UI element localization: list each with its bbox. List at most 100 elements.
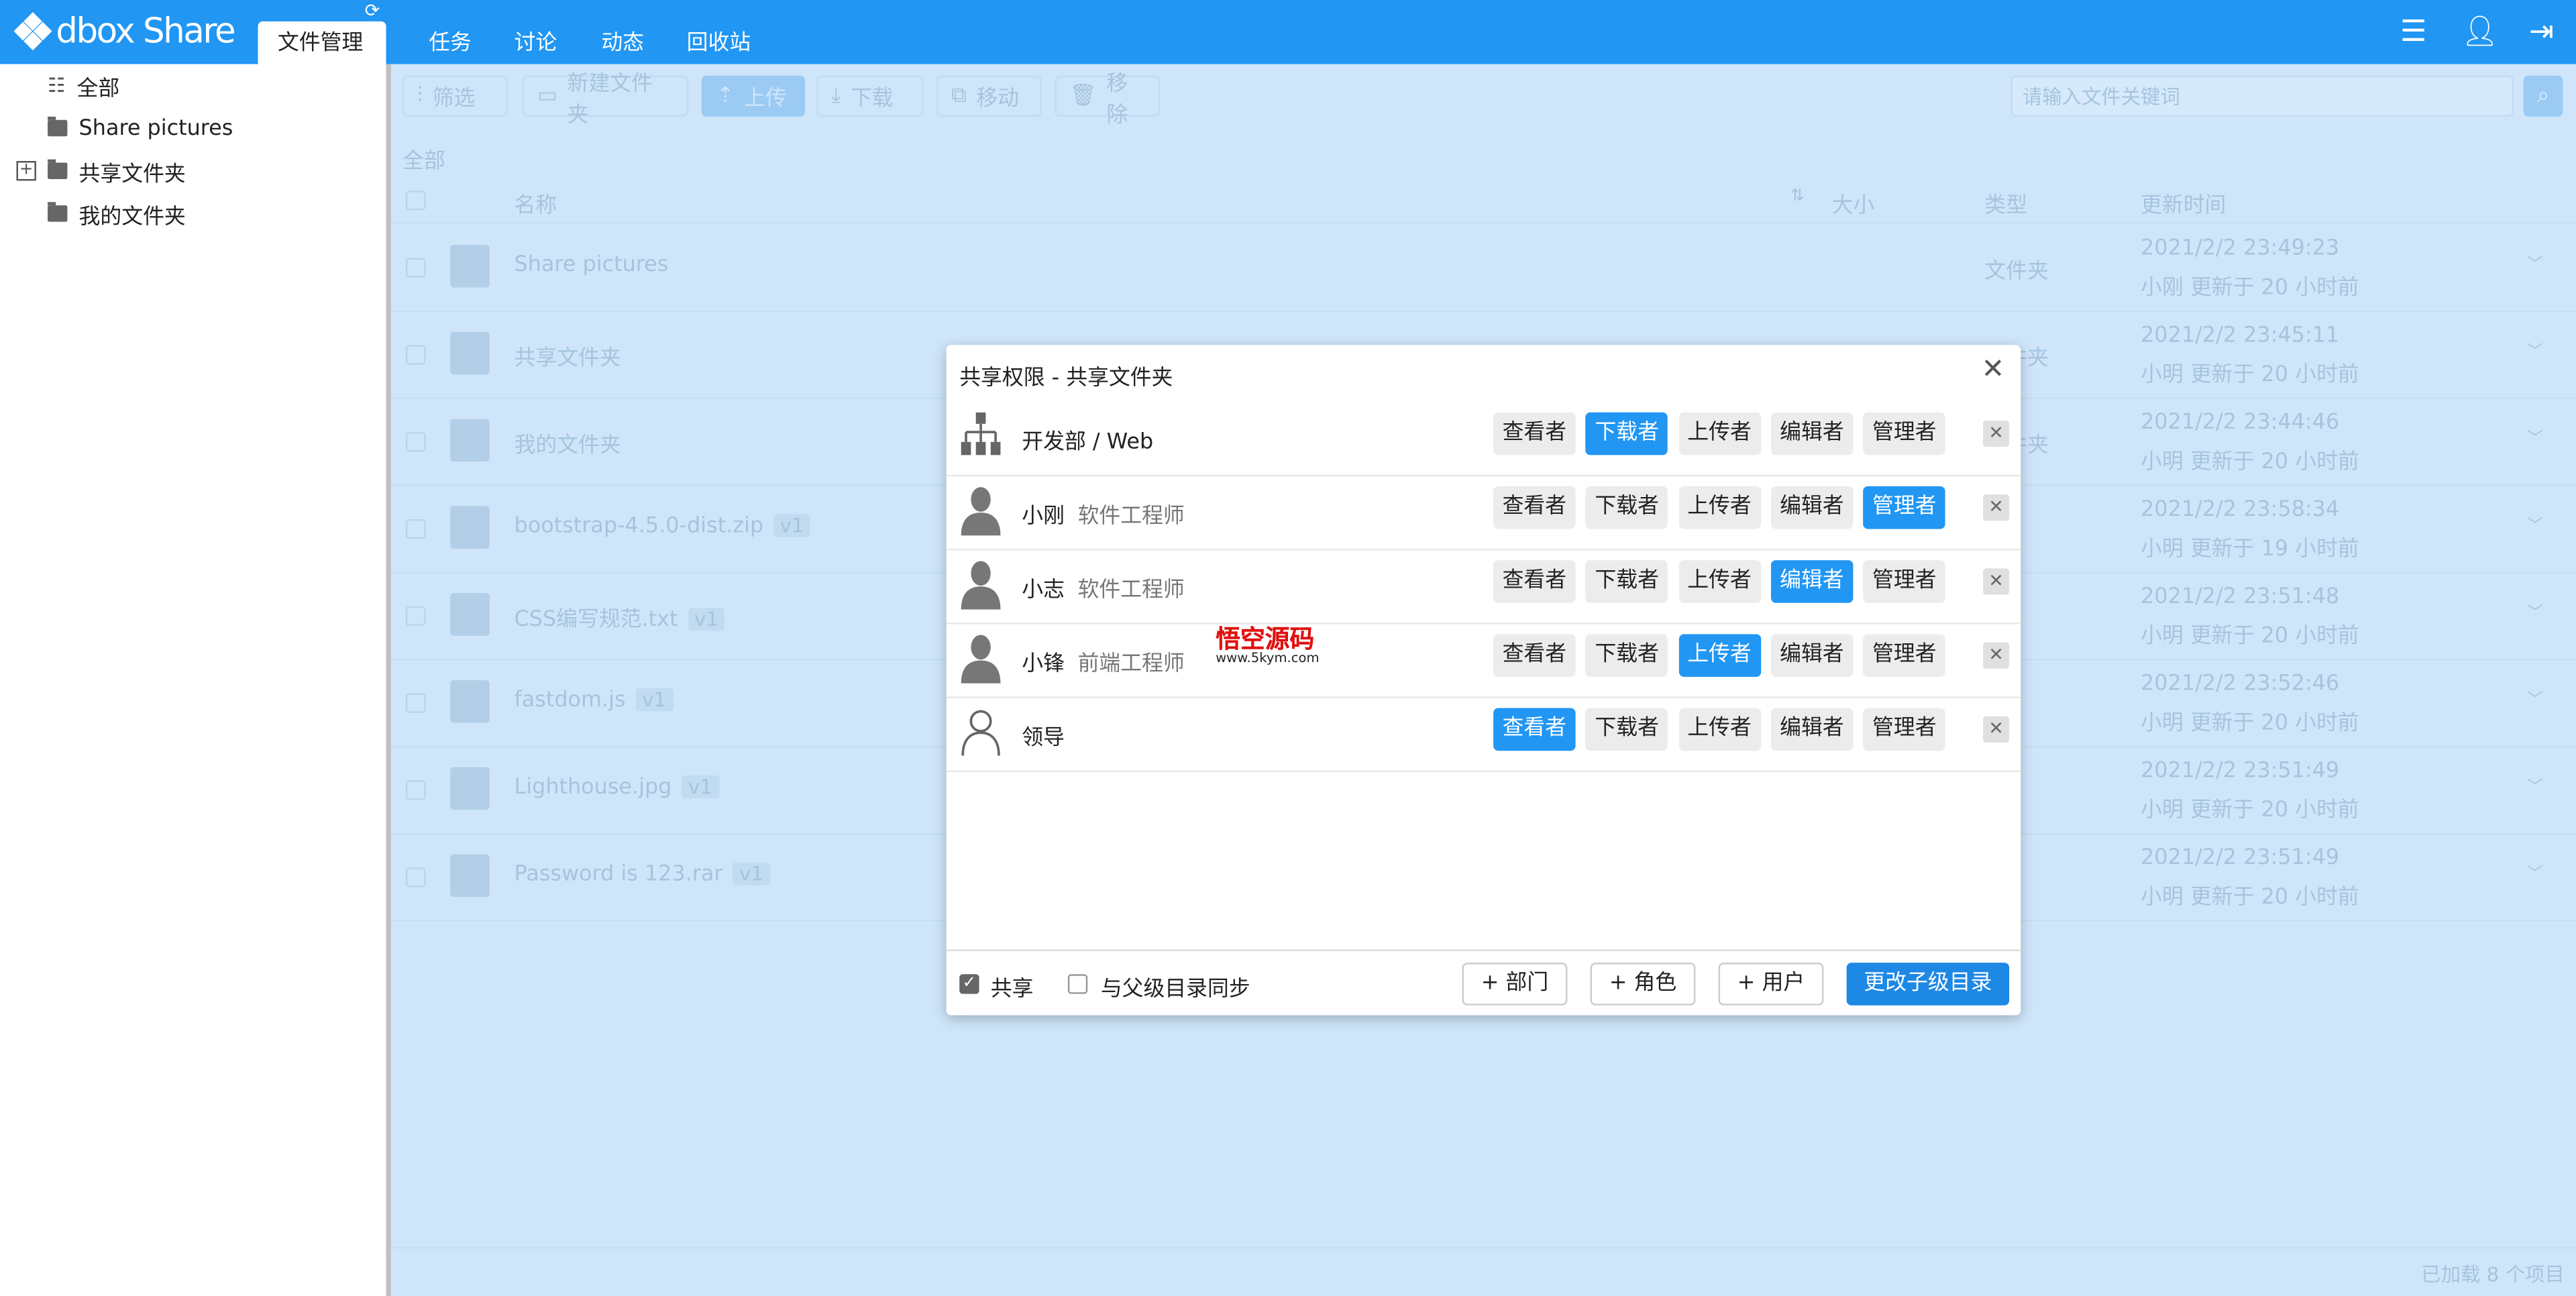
row-checkbox[interactable] xyxy=(405,519,426,539)
file-name[interactable]: Share pictures xyxy=(515,253,669,278)
status-text: 已加载 8 个项目 xyxy=(2421,1263,2565,1287)
add-department-button[interactable]: + 部门 xyxy=(1462,963,1568,1006)
download-button[interactable]: ⤓ 下载 xyxy=(816,75,924,117)
new-folder-button[interactable]: ▭ 新建文件夹 xyxy=(522,72,689,127)
chevron-down-icon[interactable]: ﹀ xyxy=(2527,424,2543,449)
role-button[interactable]: 编辑者 xyxy=(1770,708,1854,751)
select-all-checkbox[interactable] xyxy=(405,191,426,211)
permission-row: 开发部 / Web 查看者 下载者 上传者 编辑者 管理者 ✕ xyxy=(946,402,2021,477)
role-button[interactable]: 编辑者 xyxy=(1770,560,1854,603)
row-checkbox[interactable] xyxy=(405,432,426,452)
file-name[interactable]: 我的文件夹 xyxy=(515,427,621,459)
role-button[interactable]: 编辑者 xyxy=(1770,634,1854,677)
share-checkbox[interactable]: ✓ xyxy=(959,974,979,994)
file-name[interactable]: CSS编写规范.txt v1 xyxy=(515,601,725,633)
chevron-down-icon[interactable]: ﹀ xyxy=(2527,511,2543,535)
row-checkbox[interactable] xyxy=(405,867,426,887)
sidebar-item-all[interactable]: ☷ 全部 xyxy=(48,69,119,102)
tab-activity[interactable]: 动态 xyxy=(601,21,644,64)
column-updated[interactable]: 更新时间 xyxy=(2141,187,2226,219)
chevron-down-icon[interactable]: ﹀ xyxy=(2527,337,2543,362)
role-button[interactable]: 查看者 xyxy=(1493,412,1576,455)
row-checkbox[interactable] xyxy=(405,345,426,365)
chevron-down-icon[interactable]: ﹀ xyxy=(2527,772,2543,797)
role-button[interactable]: 管理者 xyxy=(1863,708,1946,751)
button-label: 新建文件夹 xyxy=(567,71,653,127)
role-button[interactable]: 查看者 xyxy=(1493,708,1576,751)
role-button[interactable]: 下载者 xyxy=(1586,412,1668,455)
sidebar-item-shared-folder[interactable]: 共享文件夹 xyxy=(48,154,186,187)
sync-parent-checkbox[interactable] xyxy=(1067,974,1088,994)
apply-to-subfolders-button[interactable]: 更改子级目录 xyxy=(1846,963,2010,1006)
tab-tasks[interactable]: 任务 xyxy=(429,21,472,64)
role-button[interactable]: 下载者 xyxy=(1586,708,1668,751)
file-name[interactable]: 共享文件夹 xyxy=(515,340,621,372)
logout-icon[interactable]: ⇥ xyxy=(2525,15,2558,49)
chevron-down-icon[interactable]: ﹀ xyxy=(2527,685,2543,710)
download-icon: ⤓ xyxy=(831,83,841,109)
row-checkbox[interactable] xyxy=(405,780,426,800)
expand-icon[interactable]: + xyxy=(16,161,36,181)
breadcrumb[interactable]: 全部 xyxy=(402,143,445,174)
role-button[interactable]: 上传者 xyxy=(1678,486,1761,529)
close-icon[interactable]: ✕ xyxy=(1981,354,2004,386)
role-button[interactable]: 上传者 xyxy=(1678,708,1761,751)
role-button[interactable]: 查看者 xyxy=(1493,486,1576,529)
refresh-icon[interactable]: ⟳ xyxy=(365,0,380,21)
sidebar-item-my-folder[interactable]: 我的文件夹 xyxy=(48,197,186,230)
tab-file-management[interactable]: 文件管理 xyxy=(258,21,386,64)
tab-recycle-bin[interactable]: 回收站 xyxy=(687,21,751,64)
role-button[interactable]: 查看者 xyxy=(1493,560,1576,603)
column-type[interactable]: 类型 xyxy=(1984,187,2027,219)
upload-button[interactable]: ⇡ 上传 xyxy=(701,75,806,117)
file-name[interactable]: fastdom.js v1 xyxy=(515,688,674,713)
logo[interactable]: dbox Share xyxy=(13,11,236,51)
file-name[interactable]: bootstrap-4.5.0-dist.zip v1 xyxy=(515,514,811,539)
role-button[interactable]: 上传者 xyxy=(1678,560,1761,603)
row-checkbox[interactable] xyxy=(405,606,426,627)
role-button[interactable]: 管理者 xyxy=(1863,560,1946,603)
role-button[interactable]: 上传者 xyxy=(1678,634,1761,677)
member-role: 软件工程师 xyxy=(1077,578,1185,603)
remove-member-icon[interactable]: ✕ xyxy=(1982,642,2010,669)
file-name[interactable]: Password is 123.rar v1 xyxy=(515,862,770,887)
file-name[interactable]: Lighthouse.jpg v1 xyxy=(515,775,719,800)
role-button[interactable]: 管理者 xyxy=(1863,412,1946,455)
permission-row: 小志 软件工程师 查看者 下载者 上传者 编辑者 管理者 ✕ xyxy=(946,550,2021,625)
role-button[interactable]: 上传者 xyxy=(1678,412,1761,455)
menu-icon[interactable]: ☰ xyxy=(2397,15,2430,49)
role-button[interactable]: 查看者 xyxy=(1493,634,1576,677)
row-checkbox[interactable] xyxy=(405,693,426,713)
filter-button[interactable]: ⫶ 筛选 xyxy=(402,75,508,117)
remove-button[interactable]: 🗑︎ 移除 xyxy=(1055,72,1160,127)
remove-member-icon[interactable]: ✕ xyxy=(1982,716,2010,743)
updated-by: 小明 更新于 20 小时前 xyxy=(2141,885,2359,910)
chevron-down-icon[interactable]: ﹀ xyxy=(2527,859,2543,884)
column-name[interactable]: 名称 xyxy=(515,187,557,219)
role-button[interactable]: 下载者 xyxy=(1586,560,1668,603)
sidebar-item-share-pictures[interactable]: Share pictures xyxy=(48,112,233,145)
chevron-down-icon[interactable]: ﹀ xyxy=(2527,598,2543,623)
add-role-button[interactable]: + 角色 xyxy=(1590,963,1696,1006)
new-folder-icon: ▭ xyxy=(537,83,557,109)
role-button[interactable]: 下载者 xyxy=(1586,486,1668,529)
add-user-button[interactable]: + 用户 xyxy=(1718,963,1824,1006)
remove-member-icon[interactable]: ✕ xyxy=(1982,568,2010,595)
sort-icon[interactable]: ⇅ xyxy=(1790,187,1805,205)
row-checkbox[interactable] xyxy=(405,258,426,278)
remove-member-icon[interactable]: ✕ xyxy=(1982,494,2010,521)
search-button[interactable]: ⌕ xyxy=(2523,75,2563,117)
user-icon[interactable]: 👤︎ xyxy=(2461,15,2499,49)
remove-member-icon[interactable]: ✕ xyxy=(1982,420,2010,447)
tab-discussion[interactable]: 讨论 xyxy=(515,21,557,64)
role-button[interactable]: 编辑者 xyxy=(1770,412,1854,455)
column-size[interactable]: 大小 xyxy=(1832,187,1875,219)
move-button[interactable]: ⧉ 移动 xyxy=(936,75,1042,117)
search-input[interactable]: 请输入文件关键词 xyxy=(2010,75,2514,117)
role-button[interactable]: 编辑者 xyxy=(1770,486,1854,529)
role-button[interactable]: 管理者 xyxy=(1863,634,1946,677)
chevron-down-icon[interactable]: ﹀ xyxy=(2527,250,2543,274)
role-button[interactable]: 下载者 xyxy=(1586,634,1668,677)
table-row[interactable]: Share pictures 文件夹 2021/2/2 23:49:23 小刚 更新于… xyxy=(390,223,2576,313)
role-button[interactable]: 管理者 xyxy=(1863,486,1946,529)
